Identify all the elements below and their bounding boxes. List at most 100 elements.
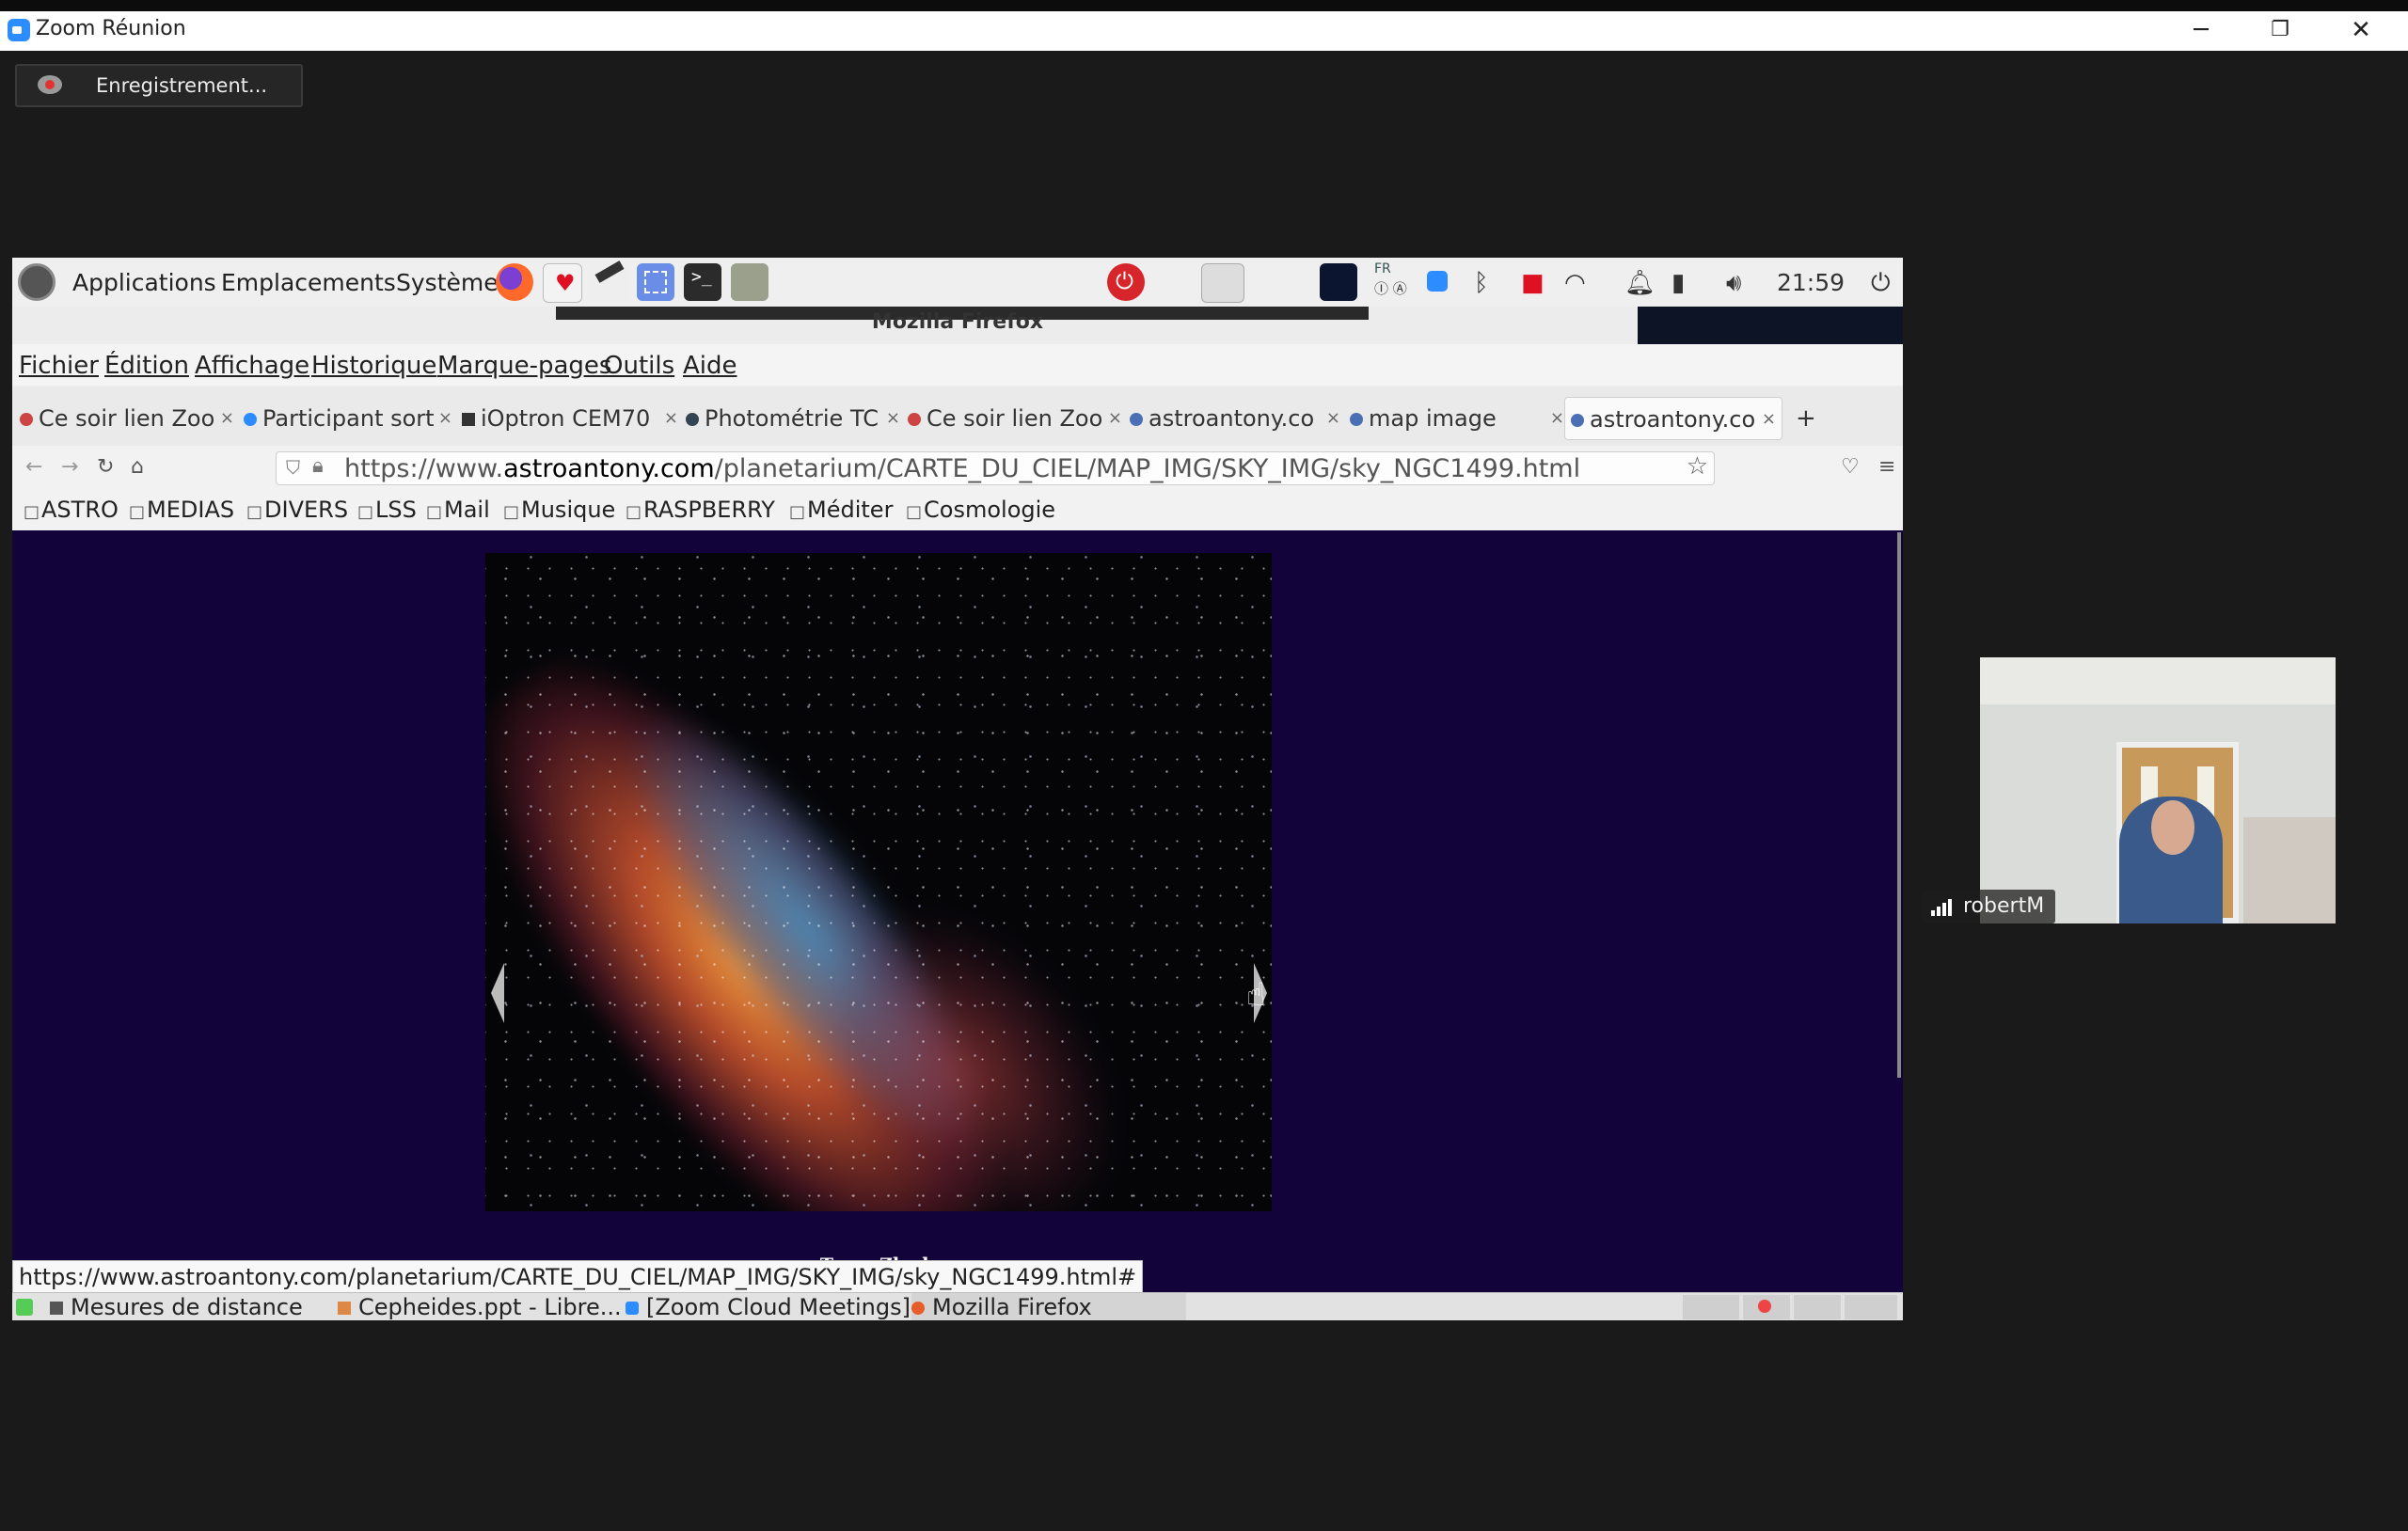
bookmark-folder-lss[interactable]: LSS <box>357 497 417 523</box>
menu-systeme[interactable]: Système <box>396 269 499 296</box>
home-icon[interactable]: ⌂ <box>131 455 144 479</box>
menu-affichage[interactable]: Affichage <box>195 352 309 380</box>
bookmark-folder-mediter[interactable]: Méditer <box>789 497 893 523</box>
tab-close-icon[interactable]: × <box>220 397 234 440</box>
screenshot-icon[interactable] <box>637 263 674 301</box>
cards-game-icon[interactable]: ♥ <box>543 263 582 303</box>
bookmark-folder-divers[interactable]: DIVERS <box>246 497 348 523</box>
scrollbar[interactable] <box>1897 532 1901 1078</box>
menu-emplacements[interactable]: Emplacements <box>221 269 396 296</box>
tab-ce-soir-1[interactable]: Ce soir lien Zoo × <box>20 397 234 440</box>
participant-name: robertM <box>1963 894 2045 918</box>
bookmark-folder-raspberry[interactable]: RASPBERRY <box>626 497 775 523</box>
file-manager-icon[interactable] <box>731 263 768 301</box>
monitor-tray-icon[interactable]: ■ <box>1521 269 1545 297</box>
tab-strip: Ce soir lien Zoo × Participant sort × iOpt… <box>12 387 1903 447</box>
terminal-icon[interactable]: >_ <box>684 263 721 301</box>
zoom-app-icon <box>8 19 30 41</box>
tab-close-icon[interactable]: × <box>438 397 452 440</box>
tab-photometrie[interactable]: Photométrie TC × <box>686 397 900 440</box>
workspace-2[interactable] <box>1743 1295 1790 1319</box>
menu-historique[interactable]: Historique <box>311 352 436 380</box>
tab-close-icon[interactable]: × <box>1108 397 1122 440</box>
zoom-tray-icon[interactable] <box>1427 271 1448 292</box>
tab-ioptron[interactable]: iOptron CEM70 × <box>462 397 678 440</box>
telescope-icon[interactable] <box>590 260 627 301</box>
bookmark-folder-mail[interactable]: Mail <box>426 497 490 523</box>
forward-arrow-icon[interactable]: → <box>61 455 78 479</box>
black-window-icon[interactable] <box>1320 263 1357 301</box>
notification-bell-icon[interactable]: 🔔︎ <box>1624 269 1656 297</box>
bookmark-star-icon[interactable]: ☆ <box>1687 452 1708 481</box>
status-link-preview: https://www.astroantony.com/planetarium/… <box>12 1260 1144 1294</box>
participant-video[interactable] <box>1980 657 2336 923</box>
taskbar: Mesures de distance Cepheides.ppt - Libr… <box>12 1292 1903 1320</box>
window-switch-icon[interactable] <box>1201 263 1244 303</box>
firefox-launcher-icon[interactable] <box>496 263 533 301</box>
cloud-record-icon <box>38 75 62 94</box>
signal-strength-icon <box>1931 899 1954 916</box>
tab-ce-soir-2[interactable]: Ce soir lien Zoo × <box>908 397 1122 440</box>
bookmark-folder-astro[interactable]: ASTRO <box>24 497 119 523</box>
task-cepheides[interactable]: Cepheides.ppt - Libre... <box>338 1293 622 1320</box>
astroantony-icon <box>1350 413 1363 426</box>
shutdown-icon[interactable]: ⏻ <box>1871 269 1891 298</box>
tab-astroantony-1[interactable]: astroantony.co × <box>1130 397 1340 440</box>
participant-head <box>2151 800 2194 855</box>
task-mesures[interactable]: Mesures de distance <box>50 1293 303 1320</box>
shield-icon[interactable]: ⛉ <box>286 456 300 479</box>
volume-icon[interactable]: 🔊︎ <box>1726 269 1741 298</box>
new-tab-button[interactable]: + <box>1796 397 1824 440</box>
tab-close-icon[interactable]: × <box>1550 397 1564 440</box>
tab-close-icon[interactable]: × <box>1326 397 1340 440</box>
bookmark-folder-cosmologie[interactable]: Cosmologie <box>906 497 1055 523</box>
url-bar[interactable]: ⛉ 🔒︎ https://www.astroantony.com/planeta… <box>276 451 1715 485</box>
power-red-icon[interactable]: ⏻ <box>1107 263 1145 301</box>
keyboard-layout[interactable]: FR <box>1374 261 1391 276</box>
menu-aide[interactable]: Aide <box>683 352 737 380</box>
tab-close-icon[interactable]: × <box>664 397 678 440</box>
tab-close-icon[interactable]: × <box>1762 398 1776 439</box>
task-zoom[interactable]: [Zoom Cloud Meetings] <box>626 1293 911 1320</box>
clock[interactable]: 21:59 <box>1777 269 1845 296</box>
restore-button[interactable]: ❐ <box>2242 13 2318 49</box>
menu-applications[interactable]: Applications <box>72 269 216 296</box>
background-thumbnail <box>1638 307 1903 344</box>
workspace-1[interactable] <box>1683 1295 1739 1319</box>
workspace-3[interactable] <box>1794 1295 1841 1319</box>
zoom-task-icon <box>626 1302 639 1315</box>
task-firefox[interactable]: Mozilla Firefox <box>911 1293 1186 1320</box>
pocket-icon[interactable]: ♡ <box>1841 455 1860 479</box>
tab-participant[interactable]: Participant sort × <box>244 397 452 440</box>
bluetooth-icon[interactable]: ᛒ <box>1474 269 1489 297</box>
battery-icon[interactable]: ▮ <box>1671 269 1685 297</box>
menu-marque-pages[interactable]: Marque-pages <box>437 352 611 380</box>
show-desktop-icon[interactable] <box>16 1299 33 1316</box>
tab-astroantony-active[interactable]: astroantony.co × <box>1564 397 1782 440</box>
tab-close-icon[interactable]: × <box>886 397 900 440</box>
tab-map-image[interactable]: map image × <box>1350 397 1564 440</box>
menu-fichier[interactable]: Fichier <box>19 352 99 380</box>
menu-edition[interactable]: Édition <box>104 352 189 380</box>
page-content: ☝ Team Zloch <box>12 530 1903 1292</box>
bookmark-folder-musique[interactable]: Musique <box>503 497 615 523</box>
menu-outils[interactable]: Outils <box>604 352 674 380</box>
recording-indicator[interactable]: Enregistrement... <box>15 64 303 107</box>
reload-icon[interactable]: ↻ <box>97 455 114 479</box>
recording-label: Enregistrement... <box>96 74 268 97</box>
back-arrow-icon[interactable]: ← <box>25 455 42 479</box>
minimize-button[interactable]: ─ <box>2163 13 2239 49</box>
gmail-icon <box>908 413 921 426</box>
ubuntu-logo-icon[interactable] <box>18 263 55 301</box>
bookmark-folder-medias[interactable]: MEDIAS <box>129 497 234 523</box>
firefox-task-icon <box>911 1302 925 1315</box>
impress-icon <box>338 1302 351 1315</box>
url-text[interactable]: https://www.astroantony.com/planetarium/… <box>344 454 1580 483</box>
hamburger-menu-icon[interactable]: ≡ <box>1878 455 1895 479</box>
lock-icon[interactable]: 🔒︎ <box>312 454 324 478</box>
wifi-icon[interactable]: ◠ <box>1564 269 1586 297</box>
prev-arrow-icon[interactable] <box>491 963 504 1023</box>
workspace-4[interactable] <box>1845 1295 1897 1319</box>
nebula-image <box>485 553 1272 1211</box>
close-button[interactable]: ✕ <box>2323 13 2399 49</box>
